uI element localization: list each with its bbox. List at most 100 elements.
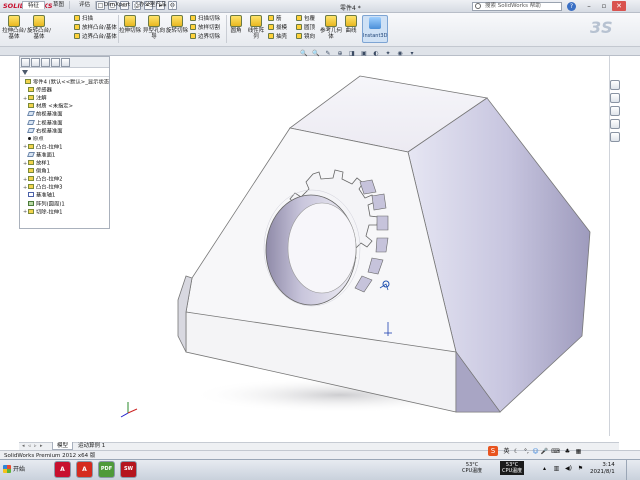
display-manager-tab-icon[interactable] (61, 58, 70, 67)
tab-features[interactable]: 特征 (22, 1, 46, 9)
tab-model[interactable]: 模型 (52, 442, 74, 450)
rib-button[interactable]: 筋 (268, 15, 282, 23)
ime-mode[interactable]: 英 (502, 447, 511, 456)
zoom-to-area-icon[interactable]: 🔍 (312, 50, 320, 58)
loft-boss-button[interactable]: 放样凸台/基体 (74, 24, 117, 32)
zoom-to-fit-icon[interactable]: 🔍 (300, 50, 308, 58)
tree-item[interactable]: + 凸台-拉伸3 (20, 184, 109, 191)
tree-item[interactable]: + 凸台-拉伸2 (20, 176, 109, 183)
mirror-button[interactable]: 镜向 (296, 33, 315, 41)
shell-button[interactable]: 抽壳 (268, 33, 287, 41)
sweep-button[interactable]: 扫描 (74, 15, 93, 23)
lofted-cut-button[interactable]: 放样切割 (190, 24, 220, 32)
moon-icon[interactable]: ☾ (512, 447, 521, 456)
pdf-app-icon[interactable]: PDF (98, 461, 115, 478)
solidworks-app-icon[interactable]: SW (120, 461, 137, 478)
appearances-icon[interactable] (610, 132, 620, 142)
tree-item[interactable]: + 凸台-拉伸1 (20, 143, 109, 151)
restore-button[interactable]: ▫ (597, 1, 611, 11)
autocad-app-icon[interactable]: A (54, 461, 71, 478)
curves-button[interactable]: 曲线 (343, 15, 359, 34)
design-library-icon[interactable] (610, 93, 620, 103)
edit-appearance-icon[interactable]: ✦ (384, 50, 392, 58)
grid-icon[interactable]: ▦ (574, 447, 583, 456)
hide-show-items-icon[interactable]: ◐ (372, 50, 380, 58)
graphics-area[interactable] (115, 56, 609, 439)
tab-evaluate[interactable]: 评估 (74, 1, 97, 9)
tree-item[interactable]: 原点 (20, 136, 109, 143)
system-clock[interactable]: 3:14 2021/8/1 (590, 462, 615, 476)
flag-icon[interactable]: ⚑ (576, 464, 585, 473)
filter-icon[interactable] (22, 70, 28, 75)
search-icon[interactable] (475, 3, 481, 9)
tree-item[interactable]: + 放样1 (20, 160, 109, 167)
tab-sketch[interactable]: 草图 (48, 1, 71, 9)
tab-nav-arrows[interactable]: ◂ ◃ ▹ ▸ (22, 443, 45, 449)
minimize-button[interactable]: – (582, 1, 596, 11)
tree-item-label: 凸台-拉伸2 (36, 176, 63, 183)
tree-item[interactable]: 基准轴1 (20, 192, 109, 199)
tree-item[interactable]: + 切除-拉伸1 (20, 208, 109, 216)
display-style-icon[interactable]: ▣ (360, 50, 368, 58)
tree-item[interactable]: 倒角1 (20, 168, 109, 175)
volume-icon[interactable]: ◀) (564, 464, 573, 473)
resources-icon[interactable] (610, 80, 620, 90)
start-button[interactable]: 开始 (2, 462, 42, 477)
network-icon[interactable]: ▥ (552, 464, 561, 473)
dome-button[interactable]: 圆顶 (296, 24, 315, 32)
dimxpert-manager-tab-icon[interactable] (51, 58, 60, 67)
fillet-button[interactable]: 圆角 (228, 15, 244, 34)
view-settings-icon[interactable]: ▾ (408, 50, 416, 58)
boundary-cut-button[interactable]: 边界切除 (190, 33, 220, 41)
linear-pattern-button[interactable]: 线性阵列 (246, 15, 266, 40)
extrude-cut-button[interactable]: 拉伸切除 (119, 15, 141, 34)
tree-item[interactable]: + 注解 (20, 95, 109, 102)
tree-item[interactable]: 传感器 (20, 87, 109, 94)
keyboard-icon[interactable]: ⌨ (551, 447, 560, 456)
search-input[interactable]: 搜索 SolidWorks 帮助 (472, 2, 562, 11)
next-tab-icon[interactable]: ▹ (34, 443, 39, 449)
tray-arrow-icon[interactable]: ▴ (540, 464, 549, 473)
tree-item[interactable]: 阵列(圆周)1 (20, 200, 109, 208)
hole-wizard-button[interactable]: 异型孔向导 (143, 15, 165, 40)
tree-item[interactable]: 上视基准面 (20, 119, 109, 127)
view-orientation-icon[interactable]: ◨ (348, 50, 356, 58)
tab-dimxpert[interactable]: DimXpert (99, 1, 137, 9)
feature-manager-tab-icon[interactable] (21, 58, 30, 67)
wrap-button[interactable]: 包覆 (296, 15, 315, 23)
configuration-manager-tab-icon[interactable] (41, 58, 50, 67)
revolve-cut-button[interactable]: 旋转切除 (166, 15, 188, 34)
sogou-ime-icon[interactable]: S (488, 446, 498, 456)
previous-view-icon[interactable]: ✎ (324, 50, 332, 58)
prev-tab-icon[interactable]: ◃ (28, 443, 33, 449)
boundary-boss-button[interactable]: 边界凸台/基体 (74, 33, 117, 41)
view-palette-icon[interactable] (610, 119, 620, 129)
file-explorer-icon[interactable] (610, 106, 620, 116)
close-button[interactable]: ✕ (612, 1, 626, 11)
show-desktop-button[interactable] (626, 459, 640, 480)
reference-geometry-button[interactable]: 参考几何体 (320, 15, 342, 40)
tree-item[interactable]: 基准面1 (20, 151, 109, 159)
mic-icon[interactable]: 🎤 (540, 447, 549, 456)
first-tab-icon[interactable]: ◂ (22, 443, 27, 449)
property-manager-tab-icon[interactable] (31, 58, 40, 67)
revolve-boss-button[interactable]: 旋转凸台/基体 (27, 15, 51, 40)
draft-button[interactable]: 拔模 (268, 24, 287, 32)
swept-cut-button[interactable]: 扫描切除 (190, 15, 220, 23)
skin-icon[interactable]: ♣ (563, 447, 572, 456)
last-tab-icon[interactable]: ▸ (40, 443, 45, 449)
tree-item[interactable]: 零件4 (默认<<默认>_显示状态 (20, 79, 109, 86)
tree-item[interactable]: 右视基准面 (20, 127, 109, 135)
tab-office-products[interactable]: 办公室产品 (134, 1, 173, 9)
apply-scene-icon[interactable]: ◉ (396, 50, 404, 58)
tree-filter[interactable] (20, 69, 109, 77)
tree-item[interactable]: 材质 <未指定> (20, 103, 109, 110)
extrude-boss-button[interactable]: 拉伸凸台/基体 (2, 15, 26, 40)
section-view-icon[interactable]: ⊕ (336, 50, 344, 58)
acrobat-app-icon[interactable]: A (76, 461, 93, 478)
help-icon[interactable]: ? (567, 2, 576, 11)
punct-icon[interactable]: °, (522, 447, 531, 456)
tree-item[interactable]: 前视基准面 (20, 111, 109, 118)
tab-motion-study[interactable]: 运动算例 1 (74, 442, 109, 450)
emoji-icon[interactable]: ☺ (531, 447, 540, 456)
